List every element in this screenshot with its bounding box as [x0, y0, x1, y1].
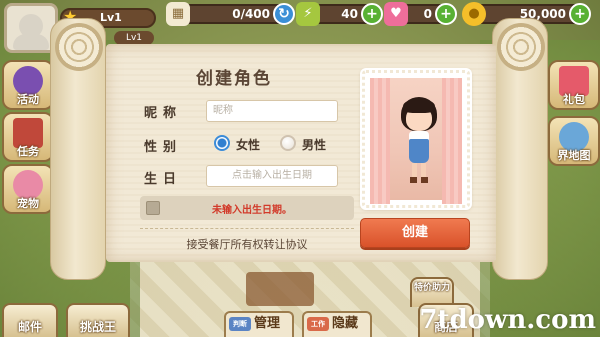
gender-label: 性别 — [144, 140, 183, 155]
energy-value: 40 — [341, 7, 358, 21]
hide-tag: 工作 — [307, 317, 329, 331]
mail-button[interactable]: 邮件 — [2, 303, 58, 337]
activity-button[interactable]: 活动 — [2, 60, 54, 110]
challenge-button[interactable]: 挑战王 — [66, 303, 130, 337]
boxes-counter: ▦ 0/400 ↻ — [166, 2, 295, 26]
boxes-value: 0/400 — [232, 7, 270, 21]
warning-bar: 未输入出生日期。 — [140, 196, 354, 220]
manage-tag: 判断 — [229, 317, 251, 331]
male-label: 男性 — [302, 138, 327, 152]
pets-button[interactable]: 宠物 — [2, 164, 54, 214]
activity-label: 活动 — [17, 93, 39, 106]
wooden-table — [246, 272, 314, 306]
mail-label: 邮件 — [17, 320, 42, 334]
hearts-add-button[interactable]: + — [435, 3, 457, 25]
character-shoes — [410, 177, 428, 183]
scroll-right — [492, 18, 548, 280]
boxes-refresh-button[interactable]: ↻ — [273, 3, 295, 25]
world-map-button[interactable]: 界地图 — [548, 116, 600, 166]
nickname-input[interactable]: 昵称 — [206, 100, 338, 122]
divider — [140, 228, 354, 229]
heart-icon: ♥ — [384, 2, 408, 26]
watermark: 7tdown.com — [419, 305, 596, 335]
birthday-input[interactable]: 点击输入出生日期 — [206, 165, 338, 187]
scroll-left — [50, 18, 106, 280]
curtain-right — [442, 78, 462, 204]
energy-counter: ⚡ 40 + — [296, 2, 383, 26]
manage-label: 管理 — [254, 316, 281, 331]
curtain-left — [370, 78, 390, 204]
world-map-label: 界地图 — [557, 149, 591, 162]
manage-button[interactable]: 判断 管理 — [224, 311, 294, 337]
challenge-label: 挑战王 — [79, 320, 116, 334]
box-icon: ▦ — [166, 2, 190, 26]
dialog-title: 创建角色 — [196, 69, 272, 89]
female-radio[interactable] — [214, 135, 230, 151]
energy-add-button[interactable]: + — [361, 3, 383, 25]
scroll-curl-icon — [497, 23, 545, 71]
hide-button[interactable]: 工作 隐藏 — [302, 311, 372, 337]
female-label: 女性 — [236, 138, 261, 152]
pets-label: 宠物 — [17, 197, 39, 210]
tasks-label: 任务 — [17, 145, 39, 158]
male-radio[interactable] — [280, 135, 296, 151]
create-character-dialog: 创建角色 昵称 昵称 性别 女性 男性 生日 点击输入出生日期 未输入出生日期。… — [106, 44, 496, 262]
character-bangs — [403, 99, 435, 113]
hearts-counter: ♥ 0 + — [384, 2, 457, 26]
gift-button[interactable]: 礼包 — [548, 60, 600, 110]
birthday-label: 生日 — [144, 172, 183, 187]
character-preview — [362, 70, 470, 208]
nickname-label: 昵称 — [144, 106, 183, 121]
warning-text: 未输入出生日期。 — [212, 205, 292, 216]
level-badge: Lv1 — [114, 31, 154, 45]
character-dress — [409, 139, 429, 163]
scroll-curl-icon — [55, 23, 103, 71]
level-text: Lv1 — [100, 11, 122, 24]
gift-label: 礼包 — [563, 93, 585, 106]
lightning-icon: ⚡ — [296, 2, 320, 26]
avatar-body-icon — [13, 34, 49, 50]
agreement-link[interactable]: 接受餐厅所有权转让协议 — [140, 236, 354, 252]
hearts-value: 0 — [423, 7, 432, 21]
hide-label: 隐藏 — [332, 316, 359, 331]
tasks-button[interactable]: 任务 — [2, 112, 54, 162]
coins-add-button[interactable]: + — [569, 3, 591, 25]
coin-icon: ● — [462, 2, 486, 26]
create-button[interactable]: 创建 — [360, 218, 470, 248]
special-offer-label: 特价助力 — [413, 283, 450, 293]
